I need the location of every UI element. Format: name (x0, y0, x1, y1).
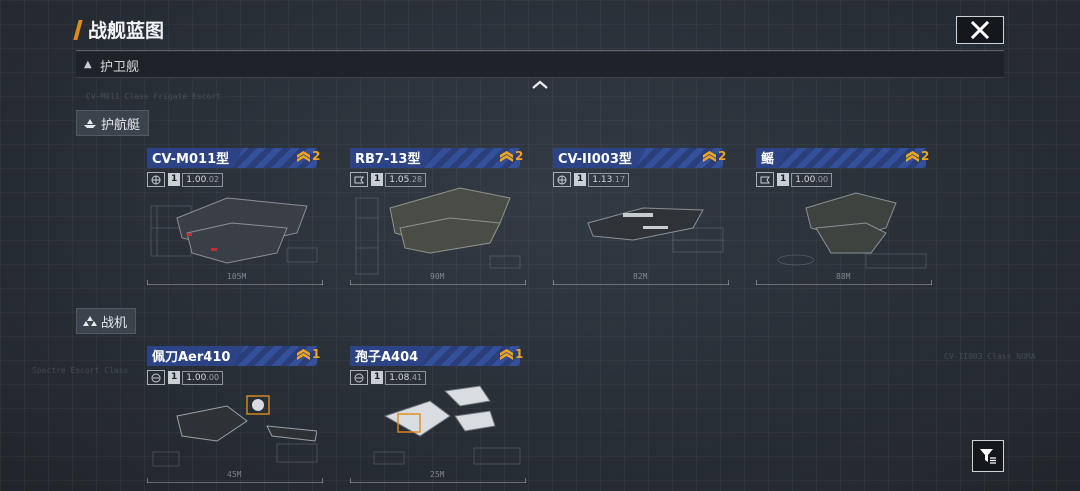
ship-card[interactable]: 孢子A404 1 1 1.08.41 25M (350, 346, 528, 486)
ship-image (587, 207, 704, 241)
ship-card[interactable]: 鳐 2 1 1.00.00 88M (756, 148, 934, 288)
card-baseline (147, 280, 323, 285)
rank-chevron-icon (906, 150, 919, 162)
rank-badge: 2 (297, 149, 320, 163)
ship-length: 25M (430, 470, 445, 479)
rank-badge: 2 (703, 149, 726, 163)
rank-value: 1 (312, 347, 321, 361)
ship-name: 鳐 (761, 152, 775, 167)
card-header: CV-M011型 (147, 148, 317, 168)
ship-length: 90M (430, 272, 445, 281)
rank-value: 2 (718, 149, 727, 163)
ship-length: 88M (836, 272, 851, 281)
background-text: CV-II003 Class NOMA (944, 352, 1036, 361)
page-title: 战舰蓝图 (88, 20, 165, 42)
card-baseline (350, 478, 526, 483)
rank-chevron-icon (500, 348, 513, 360)
background-text: Spectre Escort Class (32, 366, 129, 375)
ship-length: 82M (633, 272, 648, 281)
card-header: 鳐 (756, 148, 926, 168)
card-header: CV-II003型 (553, 148, 723, 168)
rank-chevron-icon (500, 150, 513, 162)
rank-value: 1 (515, 347, 524, 361)
card-header: 孢子A404 (350, 346, 520, 366)
ship-image (176, 197, 308, 264)
rank-badge: 2 (906, 149, 929, 163)
background-text: CV-M011 Class Frigate Escort (86, 92, 221, 101)
close-button[interactable] (956, 16, 1004, 44)
title-divider (76, 50, 1004, 51)
flag-icon (350, 172, 368, 187)
chevron-up-icon[interactable] (530, 78, 550, 92)
ship-image (383, 385, 496, 437)
ship-length: 45M (227, 470, 242, 479)
ship-image (176, 395, 317, 442)
rank-value: 2 (515, 149, 524, 163)
section-tag-escort: 护航艇 (76, 110, 150, 136)
ship-name: RB7-13型 (355, 152, 421, 167)
flag-icon (756, 172, 774, 187)
triangle-up-icon: ▲ (84, 59, 92, 70)
rank-value: 2 (921, 149, 930, 163)
ship-name: CV-M011型 (152, 152, 230, 167)
ship-image (805, 192, 897, 254)
globe-icon (147, 172, 165, 187)
rank-badge: 1 (500, 347, 523, 361)
card-baseline (553, 280, 729, 285)
card-baseline (147, 478, 323, 483)
card-baseline (350, 280, 526, 285)
rank-chevron-icon (703, 150, 716, 162)
ship-name: 孢子A404 (355, 350, 419, 365)
rank-value: 2 (312, 149, 321, 163)
category-dropdown[interactable]: ▲ 护卫舰 (76, 52, 1004, 78)
filter-button[interactable] (972, 440, 1004, 472)
aircraft-icon (350, 370, 368, 385)
filter-icon (980, 449, 996, 464)
globe-icon (553, 172, 571, 187)
category-label: 护卫舰 (100, 60, 140, 75)
section-label: 战机 (101, 315, 128, 331)
aircraft-icon (147, 370, 165, 385)
close-icon (970, 20, 990, 40)
rank-chevron-icon (297, 348, 310, 360)
ship-name: CV-II003型 (558, 152, 632, 167)
ship-card[interactable]: CV-II003型 2 1 1.13.17 82M (553, 148, 731, 288)
ship-card[interactable]: CV-M011型 2 1 1.00.02 105M (147, 148, 325, 288)
fighter-formation-icon (83, 316, 97, 326)
section-tag-fighter: 战机 (76, 308, 137, 334)
rank-chevron-icon (297, 150, 310, 162)
ship-card[interactable]: 佩刀Aer410 1 1 1.00.00 45M (147, 346, 325, 486)
ship-length: 105M (227, 272, 247, 281)
rank-badge: 2 (500, 149, 523, 163)
ship-image (389, 187, 511, 254)
escort-boat-icon (84, 119, 96, 128)
card-baseline (756, 280, 932, 285)
ship-card[interactable]: RB7-13型 2 1 1.05.28 90M (350, 148, 528, 288)
card-header: 佩刀Aer410 (147, 346, 317, 366)
card-header: RB7-13型 (350, 148, 520, 168)
ship-name: 佩刀Aer410 (152, 350, 231, 365)
section-label: 护航艇 (101, 117, 141, 133)
rank-badge: 1 (297, 347, 320, 361)
